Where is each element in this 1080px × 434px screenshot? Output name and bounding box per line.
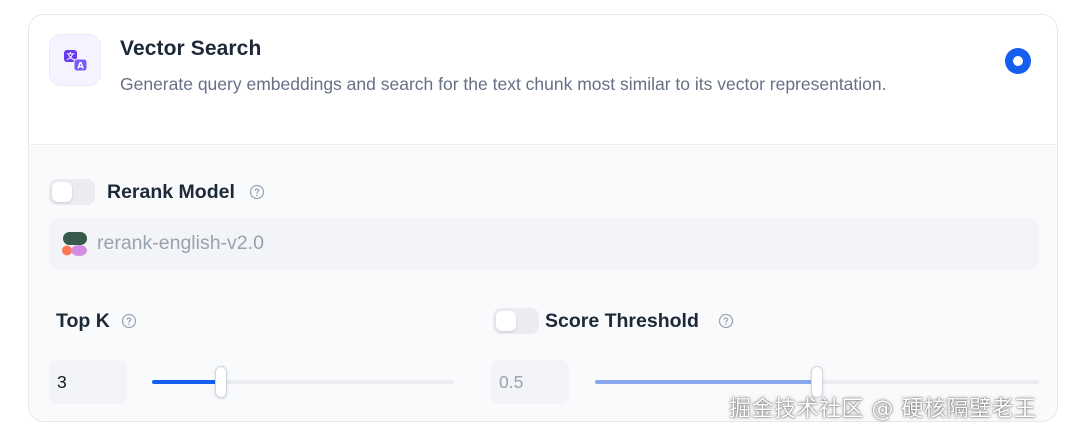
help-icon[interactable] [249,184,265,200]
settings-panel: Rerank Model rerank-english-v2.0 Top K 3 [29,146,1057,421]
rerank-model-select[interactable]: rerank-english-v2.0 [49,218,1039,270]
rerank-toggle[interactable] [49,179,95,205]
score-threshold-input[interactable]: 0.5 [491,360,569,404]
score-threshold-toggle[interactable] [493,308,539,334]
help-icon[interactable] [718,313,734,329]
cohere-logo-icon [62,232,87,256]
card-header: 文 A Vector Search Generate query embeddi… [29,15,1057,145]
svg-text:A: A [77,62,84,72]
help-icon[interactable] [121,313,137,329]
method-description: Generate query embeddings and search for… [120,74,887,94]
top-k-input[interactable]: 3 [49,360,127,404]
rerank-label: Rerank Model [107,181,235,203]
slider-fill [152,380,221,384]
score-threshold-label: Score Threshold [545,310,699,332]
top-k-slider[interactable] [152,366,454,398]
method-title: Vector Search [120,37,262,60]
watermark-text: 掘金技术社区 @ 硬核隔壁老王 [729,397,1037,422]
rerank-model-name: rerank-english-v2.0 [97,232,264,254]
top-k-label: Top K [56,310,110,332]
slider-fill [595,380,817,384]
translate-icon: 文 A [49,34,101,86]
svg-text:文: 文 [67,51,76,61]
retrieval-method-card[interactable]: 文 A Vector Search Generate query embeddi… [28,14,1058,422]
slider-thumb[interactable] [215,366,227,398]
method-radio-button[interactable] [1005,48,1031,74]
